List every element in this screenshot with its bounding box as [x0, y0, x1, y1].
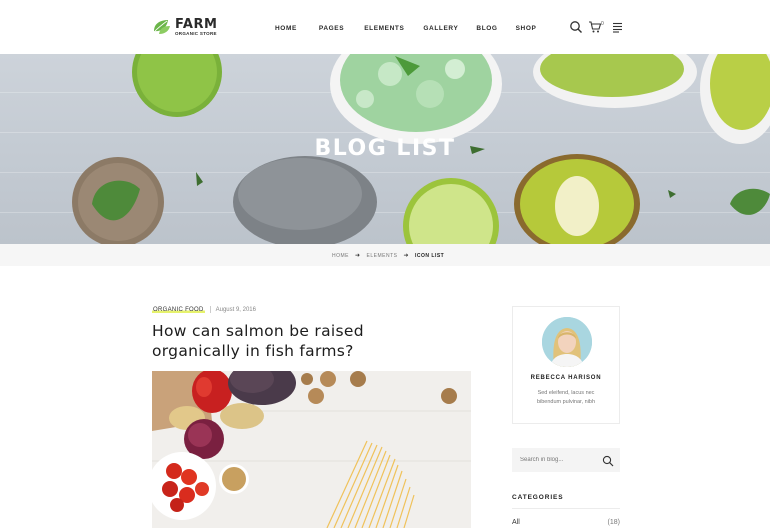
- brand-name: FARM: [175, 16, 218, 32]
- nav-gallery[interactable]: GALLERY: [423, 25, 458, 32]
- logo[interactable]: FARM ORGANIC STORE: [152, 17, 217, 37]
- author-card: REBECCA HARISON Sed eleifend, lacus nec …: [512, 306, 620, 424]
- breadcrumb-elements[interactable]: ELEMENTS: [367, 253, 398, 259]
- post-title[interactable]: How can salmon be raised organically in …: [152, 321, 482, 361]
- search-icon[interactable]: [569, 20, 583, 34]
- divider: [512, 508, 620, 509]
- hero-banner: BLOG LIST: [0, 54, 770, 244]
- post-food-image: [152, 371, 471, 528]
- cart-icon[interactable]: [588, 20, 602, 34]
- search-input[interactable]: [520, 454, 600, 466]
- site-header: FARM ORGANIC STORE HOME PAGES ELEMENTS G…: [0, 0, 770, 54]
- leaf-icon: [152, 17, 172, 37]
- avatar[interactable]: [542, 317, 592, 367]
- arrow-right-icon: ➜: [355, 253, 361, 259]
- category-item[interactable]: All (18): [512, 519, 620, 526]
- author-bio-line: bibendum pulvinar, nibh: [536, 399, 596, 405]
- breadcrumb-home[interactable]: HOME: [332, 253, 349, 259]
- breadcrumb: HOME ➜ ELEMENTS ➜ ICON LIST: [332, 252, 445, 260]
- brand-tagline: ORGANIC STORE: [175, 30, 217, 36]
- post-featured-image[interactable]: [152, 371, 471, 528]
- hero-title: BLOG LIST: [314, 136, 456, 161]
- author-bio-line: Sed eleifend, lacus nec: [537, 390, 595, 396]
- header-icons: 0: [569, 20, 624, 34]
- category-count: (18): [607, 519, 620, 526]
- author-name[interactable]: REBECCA HARISON: [513, 375, 619, 381]
- post-category[interactable]: ORGANIC FOOD: [152, 306, 205, 313]
- nav-blog[interactable]: BLOG: [476, 25, 497, 32]
- cart-count: 0: [601, 21, 604, 27]
- post-title-line: How can salmon be raised: [152, 322, 364, 340]
- breadcrumb-current: ICON LIST: [415, 252, 445, 259]
- nav-shop[interactable]: SHOP: [516, 25, 537, 32]
- post-meta: ORGANIC FOOD August 9, 2016: [152, 306, 256, 313]
- nav-pages[interactable]: PAGES: [319, 25, 344, 32]
- categories-title: CATEGORIES: [512, 494, 564, 501]
- post-date: August 9, 2016: [215, 306, 256, 313]
- search-icon[interactable]: [602, 454, 614, 467]
- nav-elements[interactable]: ELEMENTS: [364, 25, 404, 32]
- meta-divider: [209, 306, 211, 313]
- author-bio: Sed eleifend, lacus nec bibendum pulvina…: [525, 389, 607, 407]
- nav-home[interactable]: HOME: [275, 25, 297, 32]
- main-nav: HOME PAGES ELEMENTS GALLERY BLOG SHOP: [275, 25, 536, 32]
- menu-icon[interactable]: [610, 20, 624, 34]
- post-title-line: organically in fish farms?: [152, 342, 354, 360]
- arrow-right-icon: ➜: [403, 253, 410, 259]
- blog-search: [512, 448, 620, 472]
- category-label: All: [512, 519, 520, 526]
- breadcrumb-bar: HOME ➜ ELEMENTS ➜ ICON LIST: [0, 244, 770, 266]
